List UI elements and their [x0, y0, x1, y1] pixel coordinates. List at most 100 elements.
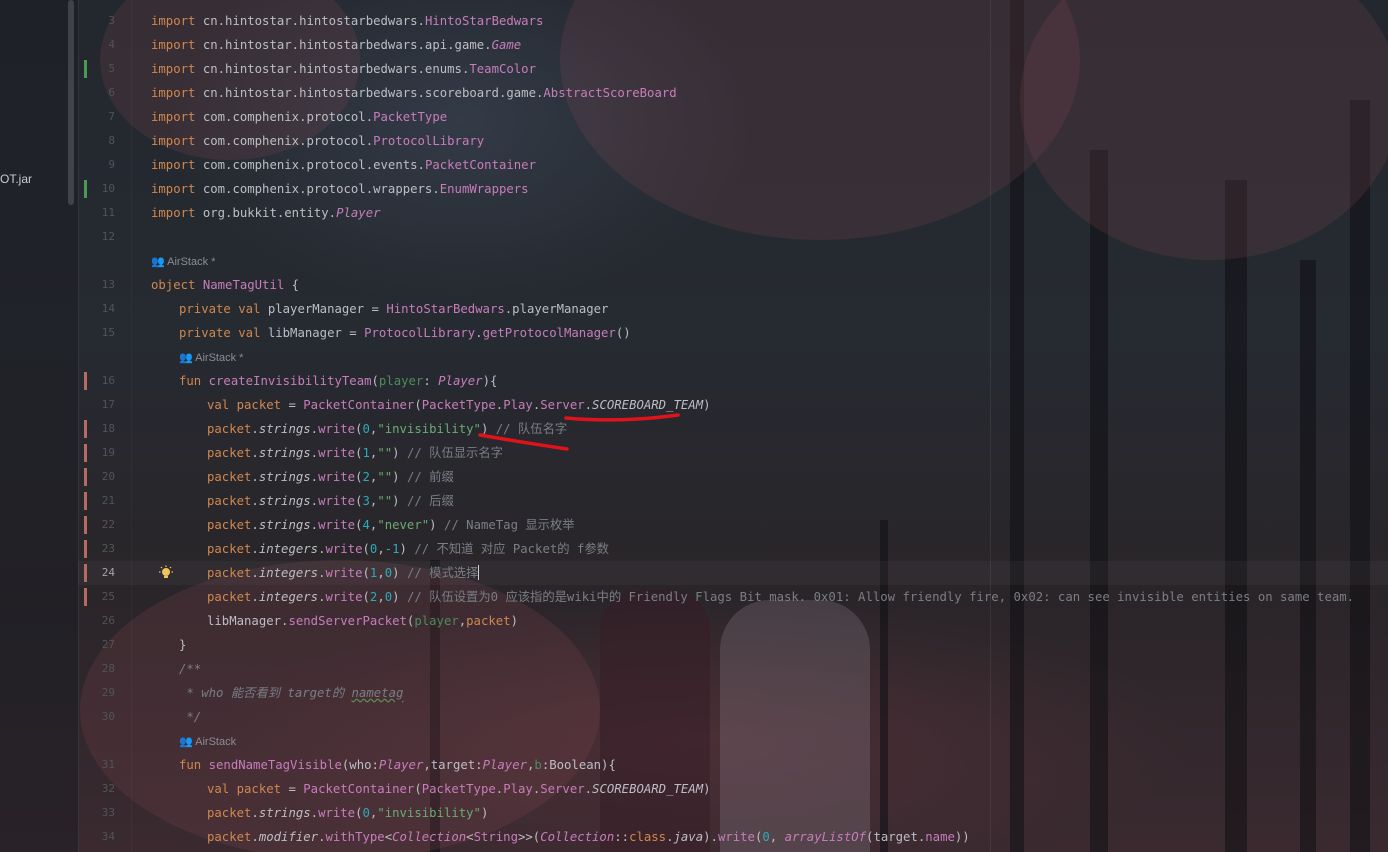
project-file-item[interactable]: OT.jar — [0, 172, 32, 186]
code-line[interactable]: 15 private val libManager = ProtocolLibra… — [78, 321, 1388, 345]
code-text[interactable]: private val libManager = ProtocolLibrary… — [179, 321, 631, 345]
code-text[interactable]: import com.comphenix.protocol.ProtocolLi… — [151, 129, 484, 153]
code-token: packet — [207, 518, 252, 532]
code-text[interactable]: packet.strings.write(2,"") // 前缀 — [207, 465, 454, 489]
author-hint[interactable]: 👥 AirStack * — [179, 352, 243, 364]
code-text[interactable]: packet.modifier.withType<Collection<Stri… — [207, 825, 970, 849]
code-token: // 队伍显示名字 — [406, 446, 503, 460]
code-line[interactable]: 4 import cn.hintostar.hintostarbedwars.ap… — [78, 33, 1388, 57]
author-hint[interactable]: 👥 AirStack — [179, 736, 236, 748]
author-hint[interactable]: 👥 AirStack * — [151, 256, 215, 268]
code-line[interactable]: 6 import cn.hintostar.hintostarbedwars.sc… — [78, 81, 1388, 105]
code-line[interactable]: 23 packet.integers.write(0,-1) // 不知道 对应 … — [78, 537, 1388, 561]
code-line[interactable]: 5 import cn.hintostar.hintostarbedwars.en… — [78, 57, 1388, 81]
code-token: . — [584, 782, 593, 796]
code-token: .playerManager — [504, 302, 609, 316]
code-text[interactable]: packet.integers.write(0,-1) // 不知道 对应 Pa… — [207, 537, 609, 561]
code-line[interactable]: 14 private val playerManager = HintoStarB… — [78, 297, 1388, 321]
code-line[interactable]: 3 import cn.hintostar.hintostarbedwars.Hi… — [78, 9, 1388, 33]
code-text[interactable]: import cn.hintostar.hintostarbedwars.api… — [151, 33, 521, 57]
code-line[interactable]: 24 packet.integers.write(1,0) // 模式选择 — [78, 561, 1388, 585]
code-token: b — [534, 758, 542, 772]
code-line[interactable]: 👥 AirStack * — [78, 249, 1388, 273]
line-number: 32 — [101, 782, 115, 795]
code-line[interactable]: 17 val packet = PacketContainer(PacketTyp… — [78, 393, 1388, 417]
code-line[interactable]: 👥 AirStack * — [78, 345, 1388, 369]
code-token: player — [378, 374, 424, 388]
code-text[interactable]: packet.strings.write(0,"invisibility") /… — [207, 417, 567, 441]
code-line[interactable]: 20 packet.strings.write(2,"") // 前缀 — [78, 465, 1388, 489]
code-line[interactable]: 27} — [78, 633, 1388, 657]
code-text[interactable]: import cn.hintostar.hintostarbedwars.enu… — [151, 57, 536, 81]
code-token: ) — [392, 566, 407, 580]
code-text[interactable]: packet.strings.write(3,"") // 后缀 — [207, 489, 454, 513]
code-text[interactable]: packet.integers.write(2,0) // 队伍设置为0 应该指… — [207, 585, 1354, 609]
code-text[interactable]: fun sendNameTagVisible(who:Player,target… — [179, 753, 616, 777]
code-line[interactable]: 33 packet.strings.write(0,"invisibility") — [78, 801, 1388, 825]
code-text[interactable]: /** — [179, 657, 201, 681]
code-text[interactable]: * who 能否看到 target的 nametag — [179, 681, 403, 705]
code-line[interactable]: 13 object NameTagUtil { — [78, 273, 1388, 297]
code-token: // 后缀 — [406, 494, 454, 508]
code-token: { — [284, 278, 300, 292]
code-token: . — [251, 590, 259, 604]
code-text[interactable]: import cn.hintostar.hintostarbedwars.sco… — [151, 81, 677, 105]
code-text[interactable]: private val playerManager = HintoStarBed… — [179, 297, 608, 321]
code-token: = — [281, 398, 304, 412]
code-line[interactable]: 26 libManager.sendServerPacket(player,pac… — [78, 609, 1388, 633]
code-line[interactable]: 11 import org.bukkit.entity.Player — [78, 201, 1388, 225]
code-token: // 模式选择 — [406, 566, 479, 580]
code-text[interactable]: import com.comphenix.protocol.PacketType — [151, 105, 447, 129]
line-number: 5 — [108, 62, 115, 75]
code-token: 0 — [384, 566, 393, 580]
code-line[interactable]: 22 packet.strings.write(4,"never") // Nam… — [78, 513, 1388, 537]
code-token: 0 — [362, 806, 370, 820]
code-text[interactable]: object NameTagUtil { — [151, 273, 299, 297]
code-text[interactable]: val packet = PacketContainer(PacketType.… — [207, 393, 711, 417]
code-line[interactable]: 👥 AirStack — [78, 729, 1388, 753]
code-line[interactable]: 18 packet.strings.write(0,"invisibility")… — [78, 417, 1388, 441]
code-token: ) — [480, 422, 496, 436]
code-token: fun — [179, 374, 209, 388]
code-token: packet — [207, 590, 252, 604]
code-line[interactable]: 9 import com.comphenix.protocol.events.Pa… — [78, 153, 1388, 177]
code-text[interactable]: packet.strings.write(0,"invisibility") — [207, 801, 488, 825]
code-text[interactable]: fun createInvisibilityTeam(player: Playe… — [179, 369, 497, 393]
code-token: , — [377, 590, 385, 604]
code-line[interactable]: 16 fun createInvisibilityTeam(player: Pla… — [78, 369, 1388, 393]
code-text[interactable]: packet.strings.write(4,"never") // NameT… — [207, 513, 575, 537]
code-token: modifier — [258, 830, 319, 844]
code-line[interactable]: 21 packet.strings.write(3,"") // 后缀 — [78, 489, 1388, 513]
code-line[interactable]: 30 */ — [78, 705, 1388, 729]
code-line[interactable]: 34 packet.modifier.withType<Collection<St… — [78, 825, 1388, 849]
code-text[interactable]: libManager.sendServerPacket(player,packe… — [207, 609, 518, 633]
code-text[interactable]: packet.strings.write(1,"") // 队伍显示名字 — [207, 441, 503, 465]
code-line[interactable]: 25 packet.integers.write(2,0) // 队伍设置为0 应… — [78, 585, 1388, 609]
line-number: 27 — [101, 638, 115, 651]
code-text[interactable]: packet.integers.write(1,0) // 模式选择 — [207, 561, 480, 585]
code-token: SCOREBOARD_TEAM — [592, 782, 704, 796]
code-line[interactable]: 8 import com.comphenix.protocol.ProtocolL… — [78, 129, 1388, 153]
code-text[interactable]: import com.comphenix.protocol.events.Pac… — [151, 153, 536, 177]
code-text[interactable]: 👥 AirStack * — [179, 345, 243, 370]
code-line[interactable]: 31 fun sendNameTagVisible(who:Player,targ… — [78, 753, 1388, 777]
code-text[interactable]: } — [179, 633, 186, 657]
code-line[interactable]: 19 packet.strings.write(1,"") // 队伍显示名字 — [78, 441, 1388, 465]
code-text[interactable]: 👥 AirStack * — [151, 249, 215, 274]
code-line[interactable]: 12 — [78, 225, 1388, 249]
code-text[interactable]: */ — [179, 705, 201, 729]
code-text[interactable]: val packet = PacketContainer(PacketType.… — [207, 777, 711, 801]
code-text[interactable]: 👥 AirStack — [179, 729, 236, 754]
code-line[interactable]: 32 val packet = PacketContainer(PacketTyp… — [78, 777, 1388, 801]
code-text[interactable]: import org.bukkit.entity.Player — [151, 201, 381, 225]
code-line[interactable]: 10 import com.comphenix.protocol.wrappers… — [78, 177, 1388, 201]
code-line[interactable]: 7 import com.comphenix.protocol.PacketTyp… — [78, 105, 1388, 129]
code-line[interactable]: 29 * who 能否看到 target的 nametag — [78, 681, 1388, 705]
code-token: cn.hintostar.hintostarbedwars.scoreboard… — [202, 86, 544, 100]
code-token: "invisibility" — [377, 806, 481, 820]
project-panel-scrollbar[interactable] — [68, 0, 74, 205]
code-line[interactable]: 28 /** — [78, 657, 1388, 681]
code-token: 0 — [384, 590, 393, 604]
code-text[interactable]: import cn.hintostar.hintostarbedwars.Hin… — [151, 9, 543, 33]
code-text[interactable]: import com.comphenix.protocol.wrappers.E… — [151, 177, 529, 201]
